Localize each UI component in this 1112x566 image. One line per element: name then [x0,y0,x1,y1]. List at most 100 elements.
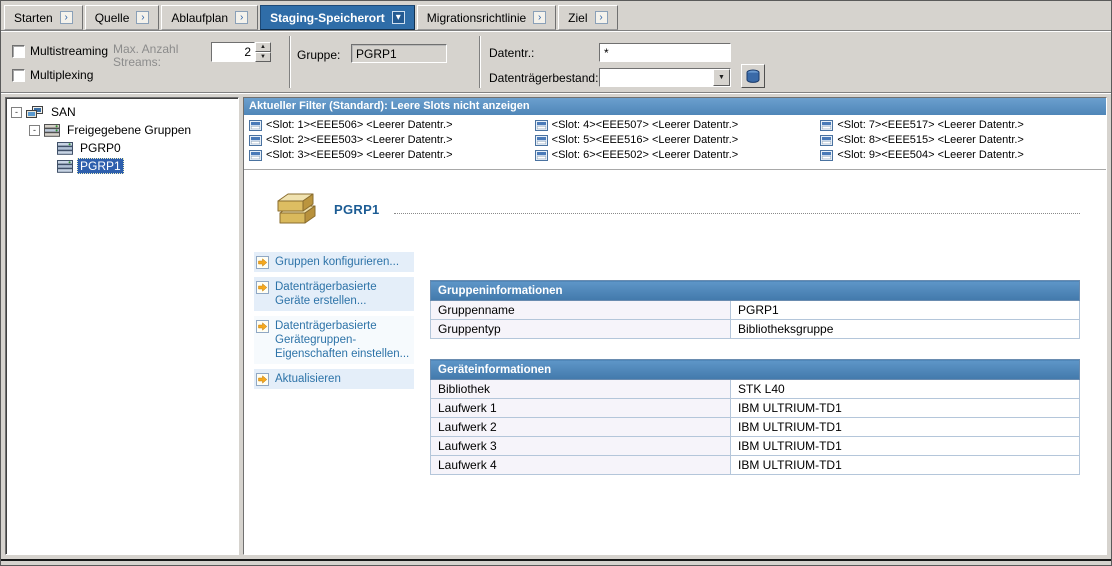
tree-item-pgrp0[interactable]: PGRP0 [77,140,124,156]
table-row: Laufwerk 4IBM ULTRIUM-TD1 [431,456,1080,475]
datentraeger-input[interactable] [599,43,731,62]
slot-label: <Slot: 7><EEE517> <Leerer Datentr.> [837,119,1024,131]
max-streams-spinner: ▲ ▼ [211,42,271,62]
table-row: BibliothekSTK L40 [431,380,1080,399]
multistreaming-label: Multistreaming [30,44,108,58]
slot-label: <Slot: 6><EEE502> <Leerer Datentr.> [552,149,739,161]
action-link-label: Datenträgerbasierte Geräte erstellen... [275,280,412,308]
max-streams-input[interactable] [211,42,255,62]
property-name-cell: Laufwerk 1 [431,399,731,418]
action-link-label: Datenträgerbasierte Gerätegruppen-Eigens… [275,319,412,361]
shared-groups-icon [44,124,60,137]
table-row: Laufwerk 3IBM ULTRIUM-TD1 [431,437,1080,456]
tape-media-icon [535,150,548,161]
tree-row: PGRP1 [9,157,235,175]
slot-item[interactable]: <Slot: 6><EEE502> <Leerer Datentr.> [533,149,819,161]
bestand-dropdown[interactable]: ▼ [599,68,731,87]
expand-collapse-icon[interactable]: - [11,107,22,118]
chevron-right-icon: › [595,11,608,24]
tab-quelle[interactable]: Quelle› [85,5,160,30]
media-group-icon [57,160,73,173]
toolbar-separator [479,36,481,88]
slot-label: <Slot: 2><EEE503> <Leerer Datentr.> [266,134,453,146]
tab-label: Starten [14,11,53,25]
action-link[interactable]: Aktualisieren [254,369,414,389]
tab-label: Migrationsrichtlinie [427,11,526,25]
property-name-cell: Laufwerk 2 [431,418,731,437]
right-panel: Aktueller Filter (Standard): Leere Slots… [243,97,1107,555]
action-link-label: Aktualisieren [275,372,341,386]
tab-migrationsrichtlinie[interactable]: Migrationsrichtlinie› [417,5,556,30]
datentraeger-label: Datentr.: [489,46,534,60]
multistreaming-checkbox[interactable]: Multistreaming [12,44,108,58]
slot-label: <Slot: 4><EEE507> <Leerer Datentr.> [552,119,739,131]
property-value-cell: STK L40 [731,380,1080,399]
table-header: Geräteinformationen [431,360,1080,380]
wizard-window: Starten›Quelle›Ablaufplan›Staging-Speich… [0,0,1112,566]
slot-label: <Slot: 5><EEE516> <Leerer Datentr.> [552,134,739,146]
action-link[interactable]: Gruppen konfigurieren... [254,252,414,272]
property-name-cell: Laufwerk 4 [431,456,731,475]
max-streams-label: Max. Anzahl Streams: [113,43,178,69]
tab-staging-speicherort[interactable]: Staging-Speicherort ▾ [260,5,415,30]
spinner-down-button[interactable]: ▼ [255,52,271,62]
slot-item[interactable]: <Slot: 5><EEE516> <Leerer Datentr.> [533,134,819,146]
tape-media-icon [535,120,548,131]
tape-media-icon [249,150,262,161]
tab-ablaufplan[interactable]: Ablaufplan› [161,5,258,30]
chevron-right-icon: › [136,11,149,24]
checkbox-icon[interactable] [12,45,25,58]
arrow-right-icon [256,320,269,333]
slot-label: <Slot: 3><EEE509> <Leerer Datentr.> [266,149,453,161]
bestand-value [600,69,713,86]
tab-ziel[interactable]: Ziel › [558,5,617,30]
multiplexing-checkbox[interactable]: Multiplexing [12,68,93,82]
property-name-cell: Gruppenname [431,301,731,320]
filter-bar: Aktueller Filter (Standard): Leere Slots… [244,98,1106,115]
tape-media-icon [535,135,548,146]
tree-row: - Freigegebene Gruppen [9,121,235,139]
arrow-right-icon [256,373,269,386]
info-tables: GruppeninformationenGruppennamePGRP1Grup… [430,252,1080,475]
arrow-right-icon [256,281,269,294]
arrow-right-icon [256,256,269,269]
gruppe-field: PGRP1 [351,44,447,63]
slot-item[interactable]: <Slot: 8><EEE515> <Leerer Datentr.> [818,134,1104,146]
tape-media-icon [249,120,262,131]
tab-bar: Starten›Quelle›Ablaufplan›Staging-Speich… [1,1,1111,31]
expand-collapse-icon[interactable]: - [29,125,40,136]
table-row: GruppennamePGRP1 [431,301,1080,320]
san-icon [26,106,44,119]
gruppe-label: Gruppe: [297,48,340,62]
tree-item-san[interactable]: SAN [48,104,79,120]
checkbox-icon[interactable] [12,69,25,82]
multiplexing-label: Multiplexing [30,68,93,82]
toolbar-separator [289,36,291,88]
dropdown-arrow-icon[interactable]: ▼ [713,69,730,86]
slot-item[interactable]: <Slot: 3><EEE509> <Leerer Datentr.> [247,149,533,161]
spinner-up-icon: ▲ [260,44,266,50]
chevron-right-icon: › [60,11,73,24]
table-row: Laufwerk 1IBM ULTRIUM-TD1 [431,399,1080,418]
spinner-up-button[interactable]: ▲ [255,42,271,52]
tree-row: PGRP0 [9,139,235,157]
slot-item[interactable]: <Slot: 7><EEE517> <Leerer Datentr.> [818,119,1104,131]
slot-item[interactable]: <Slot: 1><EEE506> <Leerer Datentr.> [247,119,533,131]
chevron-down-icon: ▾ [392,11,405,24]
tab-starten[interactable]: Starten › [4,5,83,30]
action-link[interactable]: Datenträgerbasierte Gerätegruppen-Eigens… [254,316,414,364]
slot-item[interactable]: <Slot: 4><EEE507> <Leerer Datentr.> [533,119,819,131]
action-link[interactable]: Datenträgerbasierte Geräte erstellen... [254,277,414,311]
property-name-cell: Gruppentyp [431,320,731,339]
slot-item[interactable]: <Slot: 9><EEE504> <Leerer Datentr.> [818,149,1104,161]
tab-label: Ziel [568,11,587,25]
property-value-cell: IBM ULTRIUM-TD1 [731,399,1080,418]
tab-label: Staging-Speicherort [270,11,385,25]
table-header: Gruppeninformationen [431,281,1080,301]
property-value-cell: IBM ULTRIUM-TD1 [731,418,1080,437]
slot-item[interactable]: <Slot: 2><EEE503> <Leerer Datentr.> [247,134,533,146]
tree-item-pgrp1[interactable]: PGRP1 [77,158,124,174]
media-pool-button[interactable] [741,64,765,88]
tree-item-freigegebene-gruppen[interactable]: Freigegebene Gruppen [64,122,194,138]
chevron-right-icon: › [235,11,248,24]
